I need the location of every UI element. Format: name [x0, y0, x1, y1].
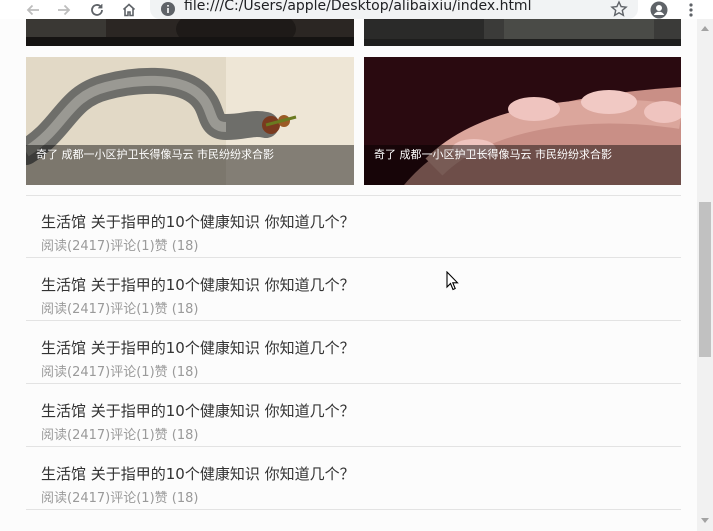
news-meta: 阅读(2417)评论(1)赞 (18)	[41, 428, 199, 443]
browser-toolbar: file:///C:/Users/apple/Desktop/alibaixiu…	[0, 0, 713, 19]
url-text[interactable]: file:///C:/Users/apple/Desktop/alibaixiu…	[184, 0, 531, 14]
news-image	[26, 19, 354, 46]
news-meta: 阅读(2417)评论(1)赞 (18)	[41, 239, 199, 254]
tile-caption: 奇了 成都一小区护卫长得像马云 市民纷纷求合影	[364, 145, 681, 185]
mouse-cursor-icon	[446, 270, 459, 295]
list-item[interactable]: 生活馆 关于指甲的10个健康知识 你知道几个？ 阅读(2417)评论(1)赞 (…	[26, 195, 681, 258]
list-item[interactable]: 生活馆 关于指甲的10个健康知识 你知道几个？ 阅读(2417)评论(1)赞 (…	[26, 447, 681, 510]
info-icon[interactable]	[160, 1, 176, 21]
news-title[interactable]: 生活馆 关于指甲的10个健康知识 你知道几个？	[41, 211, 355, 232]
news-title[interactable]: 生活馆 关于指甲的10个健康知识 你知道几个？	[41, 274, 355, 295]
menu-icon[interactable]	[680, 0, 702, 19]
news-meta: 阅读(2417)评论(1)赞 (18)	[41, 302, 199, 317]
account-icon[interactable]	[648, 0, 670, 19]
news-title[interactable]: 生活馆 关于指甲的10个健康知识 你知道几个？	[41, 400, 355, 421]
news-meta: 阅读(2417)评论(1)赞 (18)	[41, 365, 199, 380]
news-meta: 阅读(2417)评论(1)赞 (18)	[41, 491, 199, 506]
image-tile[interactable]: 奇了 成都一小区护卫长得像马云 市民纷纷求合影	[364, 57, 681, 185]
image-tile[interactable]	[26, 19, 354, 46]
news-image	[364, 19, 681, 46]
list-item[interactable]: 生活馆 关于指甲的10个健康知识 你知道几个？ 阅读(2417)评论(1)赞 (…	[26, 321, 681, 384]
back-icon[interactable]	[22, 0, 44, 19]
image-tile[interactable]: 奇了 成都一小区护卫长得像马云 市民纷纷求合影	[26, 57, 354, 185]
vertical-scrollbar[interactable]	[697, 19, 713, 531]
page-viewport: 奇了 成都一小区护卫长得像马云 市民纷纷求合影 奇了 成都一小区护卫长得像马云 …	[0, 19, 697, 531]
news-title[interactable]: 生活馆 关于指甲的10个健康知识 你知道几个？	[41, 337, 355, 358]
reload-icon[interactable]	[86, 0, 108, 19]
forward-icon[interactable]	[53, 0, 75, 19]
tile-caption: 奇了 成都一小区护卫长得像马云 市民纷纷求合影	[26, 145, 354, 185]
news-title[interactable]: 生活馆 关于指甲的10个健康知识 你知道几个？	[41, 463, 355, 484]
list-item[interactable]: 生活馆 关于指甲的10个健康知识 你知道几个？ 阅读(2417)评论(1)赞 (…	[26, 258, 681, 321]
scroll-up-icon[interactable]	[701, 26, 709, 31]
address-bar[interactable]: file:///C:/Users/apple/Desktop/alibaixiu…	[150, 0, 638, 19]
home-icon[interactable]	[118, 0, 140, 19]
list-item[interactable]: 生活馆 关于指甲的10个健康知识 你知道几个？ 阅读(2417)评论(1)赞 (…	[26, 384, 681, 447]
image-tile[interactable]	[364, 19, 681, 46]
scroll-down-icon[interactable]	[701, 518, 709, 523]
news-list: 生活馆 关于指甲的10个健康知识 你知道几个？ 阅读(2417)评论(1)赞 (…	[26, 195, 681, 510]
scrollbar-thumb[interactable]	[699, 202, 711, 357]
